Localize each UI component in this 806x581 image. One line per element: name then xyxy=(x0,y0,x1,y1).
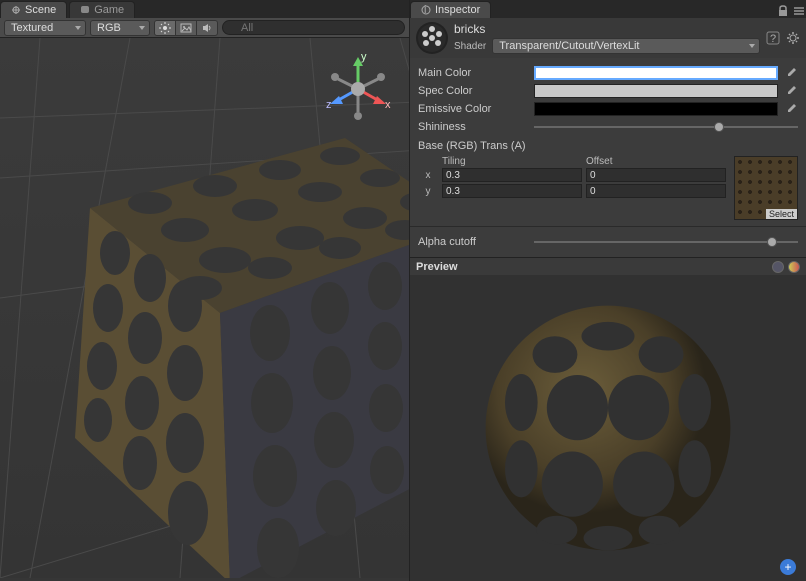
tab-label: Scene xyxy=(25,4,56,16)
material-name: bricks xyxy=(454,22,760,36)
help-icon[interactable]: ? xyxy=(766,31,780,45)
shader-label: Shader xyxy=(454,41,486,52)
audio-toggle[interactable] xyxy=(196,20,218,36)
fx-toggle[interactable] xyxy=(175,20,197,36)
tab-game[interactable]: Game xyxy=(69,1,135,18)
offset-x-input[interactable] xyxy=(586,168,726,182)
offset-y-input[interactable] xyxy=(586,184,726,198)
axis-x-label: x xyxy=(418,170,438,181)
settings-icon[interactable] xyxy=(786,31,800,45)
preview-sphere-toggle[interactable] xyxy=(772,261,784,273)
base-tex-label: Base (RGB) Trans (A) xyxy=(418,140,798,152)
texture-slot[interactable]: Select xyxy=(734,156,798,220)
tiling-x-input[interactable] xyxy=(442,168,582,182)
main-color-swatch[interactable] xyxy=(534,66,778,80)
inspector-icon: i xyxy=(421,5,431,15)
main-color-label: Main Color xyxy=(418,67,528,79)
preview-label: Preview xyxy=(416,261,768,273)
tab-label: Inspector xyxy=(435,4,480,16)
shininess-label: Shininess xyxy=(418,121,528,133)
tab-label: Game xyxy=(94,4,124,16)
scene-tab-bar: Scene Game xyxy=(0,0,409,18)
lighting-toggle[interactable] xyxy=(154,20,176,36)
lock-icon[interactable] xyxy=(776,4,790,18)
scene-viewport[interactable]: y x z xyxy=(0,38,409,581)
spec-color-label: Spec Color xyxy=(418,85,528,97)
scene-search-input[interactable] xyxy=(222,20,405,35)
shading-mode-dropdown[interactable]: Textured xyxy=(4,20,86,36)
svg-text:?: ? xyxy=(770,33,776,45)
tiling-header: Tiling xyxy=(442,156,582,167)
inspector-tab-bar: i Inspector xyxy=(410,0,806,18)
emissive-color-label: Emissive Color xyxy=(418,103,528,115)
offset-header: Offset xyxy=(586,156,726,167)
eyedropper-icon[interactable] xyxy=(784,102,798,116)
svg-text:i: i xyxy=(424,5,426,15)
preview-light-toggle[interactable] xyxy=(788,261,800,273)
eyedropper-icon[interactable] xyxy=(784,66,798,80)
alpha-cutoff-slider[interactable] xyxy=(534,235,798,249)
spec-color-swatch[interactable] xyxy=(534,84,778,98)
speaker-icon xyxy=(201,22,213,34)
scene-effects-group xyxy=(154,20,218,36)
svg-text:z: z xyxy=(326,99,332,111)
tiling-y-input[interactable] xyxy=(442,184,582,198)
sun-icon xyxy=(159,22,171,34)
preview-header: Preview xyxy=(410,257,806,275)
preview-viewport[interactable]: + xyxy=(410,275,806,581)
svg-text:x: x xyxy=(385,99,391,111)
emissive-color-swatch[interactable] xyxy=(534,102,778,116)
inspector-body: Main Color Spec Color Emissive Color Shi… xyxy=(410,58,806,257)
image-icon xyxy=(180,22,192,34)
orientation-gizmo[interactable]: y x z xyxy=(323,54,393,124)
svg-text:y: y xyxy=(361,54,367,63)
eyedropper-icon[interactable] xyxy=(784,84,798,98)
render-mode-dropdown[interactable]: RGB xyxy=(90,20,150,36)
divider xyxy=(410,226,806,227)
add-component-button[interactable]: + xyxy=(780,559,796,575)
texture-select-button[interactable]: Select xyxy=(766,209,797,219)
material-thumbnail xyxy=(416,22,448,54)
game-icon xyxy=(80,5,90,15)
axis-y-label: y xyxy=(418,186,438,197)
preview-sphere xyxy=(410,275,806,581)
material-header: bricks Shader Transparent/Cutout/VertexL… xyxy=(410,18,806,58)
shininess-slider[interactable] xyxy=(534,120,798,134)
scene-toolbar: Textured RGB xyxy=(0,18,409,38)
shader-dropdown[interactable]: Transparent/Cutout/VertexLit xyxy=(492,38,760,54)
panel-menu-icon[interactable] xyxy=(792,4,806,18)
scene-icon xyxy=(11,5,21,15)
tab-inspector[interactable]: i Inspector xyxy=(410,1,491,18)
alpha-cutoff-label: Alpha cutoff xyxy=(418,236,528,248)
tab-scene[interactable]: Scene xyxy=(0,1,67,18)
